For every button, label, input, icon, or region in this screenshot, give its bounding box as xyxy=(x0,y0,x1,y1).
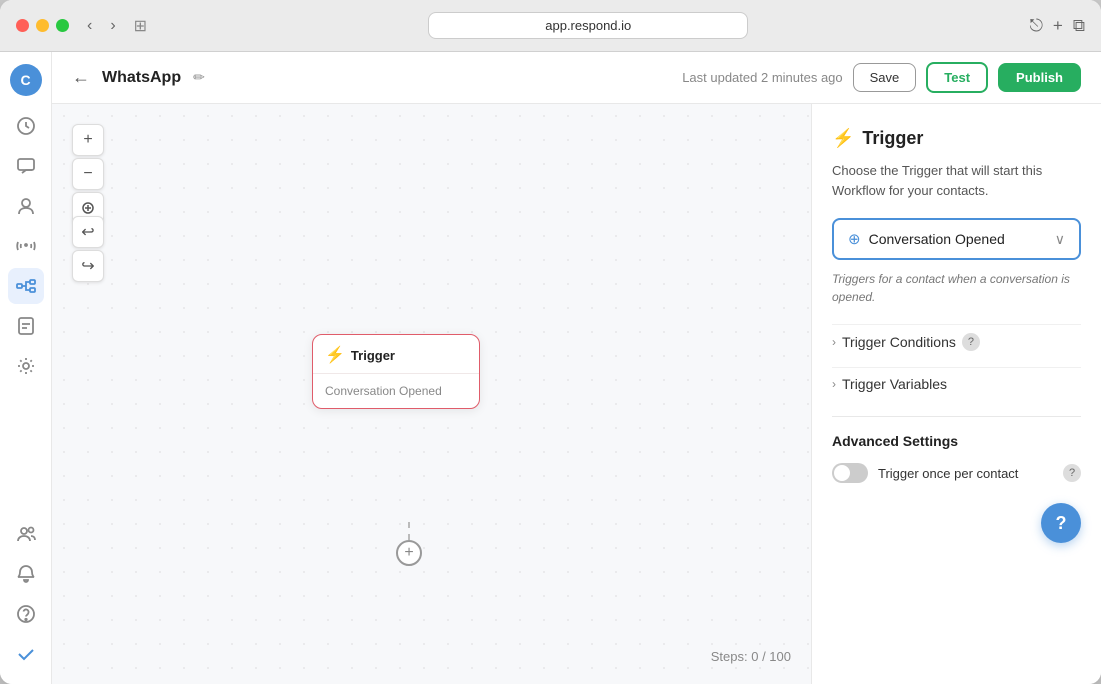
trigger-variables-section: › Trigger Variables xyxy=(832,367,1081,400)
traffic-light-red[interactable] xyxy=(16,19,29,32)
far-left-nav: C xyxy=(0,52,52,684)
nav-icon-team[interactable] xyxy=(8,516,44,552)
nav-icon-settings[interactable] xyxy=(8,348,44,384)
test-button[interactable]: Test xyxy=(926,62,988,93)
nav-bottom xyxy=(8,516,44,672)
nav-avatar[interactable]: C xyxy=(10,64,42,96)
zoom-controls: + − xyxy=(72,124,104,224)
add-step-button[interactable]: + xyxy=(396,540,422,566)
address-bar[interactable] xyxy=(159,12,1017,39)
help-fab-button[interactable]: ? xyxy=(1041,503,1081,543)
trigger-description: Triggers for a contact when a conversati… xyxy=(832,270,1081,306)
nav-icon-chat[interactable] xyxy=(8,148,44,184)
undo-redo-controls: ↩ ↪ xyxy=(72,216,104,282)
trigger-once-toggle[interactable] xyxy=(832,463,868,483)
node-title: Trigger xyxy=(351,348,395,363)
top-bar: ← WhatsApp ✏ Last updated 2 minutes ago … xyxy=(52,52,1101,104)
last-updated-text: Last updated 2 minutes ago xyxy=(682,70,842,85)
nav-icon-dashboard[interactable] xyxy=(8,108,44,144)
steps-indicator: Steps: 0 / 100 xyxy=(711,649,791,664)
main-content: + − ↩ ↪ ⚡ Trig xyxy=(52,104,1101,684)
trigger-conditions-header[interactable]: › Trigger Conditions ? xyxy=(832,324,1081,359)
node-body: Conversation Opened xyxy=(313,374,479,408)
publish-button[interactable]: Publish xyxy=(998,63,1081,92)
node-header: ⚡ Trigger xyxy=(313,335,479,374)
panel-description: Choose the Trigger that will start this … xyxy=(832,161,1081,200)
browser-action-buttons: ⎋ + ⧉ xyxy=(1029,16,1085,36)
browser-chrome: ‹ › ⊞ ⎋ + ⧉ xyxy=(0,0,1101,52)
lightning-icon: ⚡ xyxy=(325,345,345,365)
zoom-out-button[interactable]: − xyxy=(72,158,104,190)
node-subtitle: Conversation Opened xyxy=(325,384,442,398)
trigger-variables-header[interactable]: › Trigger Variables xyxy=(832,367,1081,400)
share-icon[interactable]: ⎋ xyxy=(1029,16,1042,36)
traffic-light-green[interactable] xyxy=(56,19,69,32)
nav-icon-reports[interactable] xyxy=(8,308,44,344)
conditions-help-icon[interactable]: ? xyxy=(962,333,980,351)
nav-icon-contacts[interactable] xyxy=(8,188,44,224)
browser-nav-controls: ‹ › xyxy=(81,13,122,39)
new-tab-icon[interactable]: + xyxy=(1053,16,1063,36)
canvas-area[interactable]: + − ↩ ↪ ⚡ Trig xyxy=(52,104,811,684)
window-extras: ⊞ xyxy=(134,16,147,36)
trigger-variables-label: Trigger Variables xyxy=(842,376,947,392)
redo-button[interactable]: ↪ xyxy=(72,250,104,282)
app-layout: C xyxy=(0,52,1101,684)
trigger-dropdown[interactable]: ⊕ Conversation Opened ∨ xyxy=(832,218,1081,260)
chevron-right-variables-icon: › xyxy=(832,377,836,391)
trigger-conditions-section: › Trigger Conditions ? xyxy=(832,324,1081,359)
nav-icon-help-bottom[interactable] xyxy=(8,596,44,632)
dropdown-label: Conversation Opened xyxy=(869,231,1005,247)
extensions-icon[interactable]: ⧉ xyxy=(1073,16,1085,36)
browser-back-btn[interactable]: ‹ xyxy=(81,13,98,39)
undo-button[interactable]: ↩ xyxy=(72,216,104,248)
traffic-light-yellow[interactable] xyxy=(36,19,49,32)
chevron-right-icon: › xyxy=(832,335,836,349)
back-button[interactable]: ← xyxy=(72,67,90,88)
url-input[interactable] xyxy=(428,12,748,39)
traffic-lights xyxy=(16,19,69,32)
toggle-help-icon[interactable]: ? xyxy=(1063,464,1081,482)
help-fab-space: ? xyxy=(832,483,1081,543)
panel-lightning-icon: ⚡ xyxy=(832,128,854,149)
save-button[interactable]: Save xyxy=(853,63,917,92)
dropdown-chevron-icon: ∨ xyxy=(1055,231,1065,248)
nav-icon-broadcast[interactable] xyxy=(8,228,44,264)
trigger-node[interactable]: ⚡ Trigger Conversation Opened xyxy=(312,334,480,409)
page-title: WhatsApp xyxy=(102,69,181,87)
connector-line xyxy=(408,522,410,540)
node-connector: + xyxy=(396,522,422,566)
nav-icon-checkmark[interactable] xyxy=(8,636,44,672)
nav-icon-notifications[interactable] xyxy=(8,556,44,592)
trigger-conditions-label: Trigger Conditions xyxy=(842,334,956,350)
edit-icon[interactable]: ✏ xyxy=(193,69,205,86)
dropdown-plus-icon: ⊕ xyxy=(848,230,861,248)
right-panel: ⚡ Trigger Choose the Trigger that will s… xyxy=(811,104,1101,684)
top-bar-right: Last updated 2 minutes ago Save Test Pub… xyxy=(682,62,1081,93)
browser-forward-btn[interactable]: › xyxy=(104,13,121,39)
toggle-label: Trigger once per contact xyxy=(878,466,1053,481)
advanced-settings-title: Advanced Settings xyxy=(832,433,1081,449)
panel-header: ⚡ Trigger xyxy=(832,128,1081,149)
panel-title: Trigger xyxy=(862,128,923,149)
zoom-in-button[interactable]: + xyxy=(72,124,104,156)
advanced-settings-section: Advanced Settings Trigger once per conta… xyxy=(832,416,1081,483)
toggle-row: Trigger once per contact ? xyxy=(832,463,1081,483)
view-icon: ⊞ xyxy=(134,16,147,36)
nav-icon-workflow[interactable] xyxy=(8,268,44,304)
dropdown-left: ⊕ Conversation Opened xyxy=(848,230,1005,248)
